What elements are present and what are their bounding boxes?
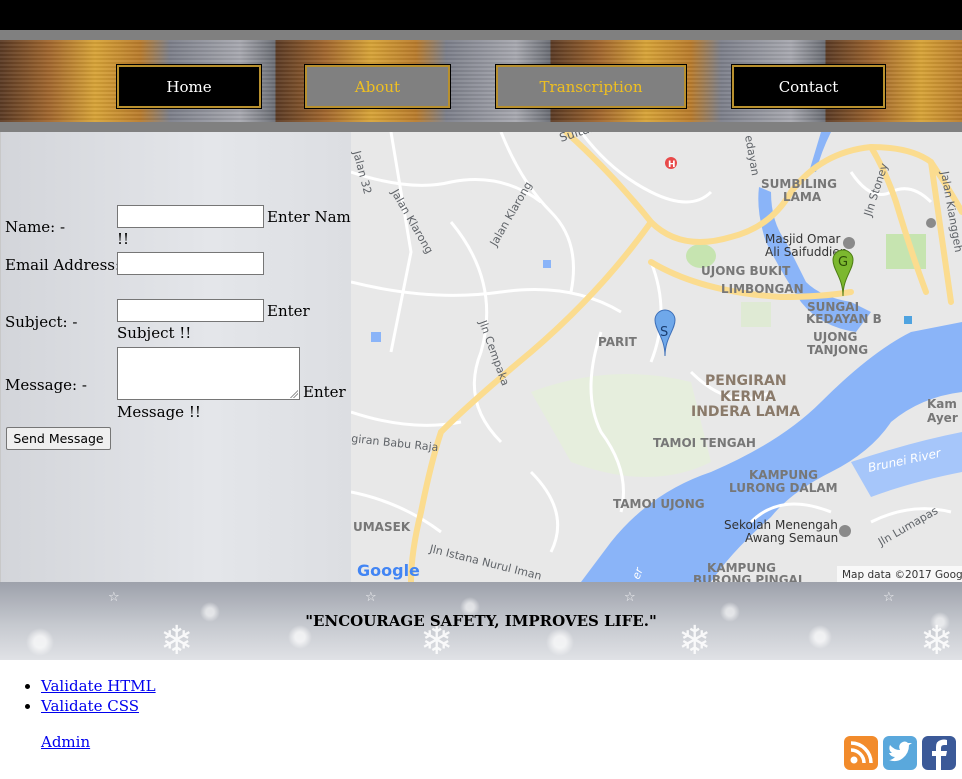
- map-label-kerma: KERMA: [720, 389, 776, 405]
- svg-text:S: S: [660, 325, 668, 340]
- subject-input[interactable]: [117, 299, 264, 322]
- map-label-kam: Kam: [927, 397, 957, 411]
- map-label-kampung: KAMPUNG: [749, 468, 818, 482]
- admin-link[interactable]: Admin: [41, 733, 90, 751]
- message-textarea[interactable]: [117, 347, 300, 400]
- map-label-ujong: UJONG: [813, 330, 857, 344]
- twitter-icon[interactable]: [883, 736, 917, 770]
- header: Home About Transcription Contact: [0, 30, 962, 132]
- star-icon: ☆: [108, 590, 120, 605]
- send-message-button[interactable]: Send Message: [6, 427, 111, 450]
- nav-contact[interactable]: Contact: [731, 64, 886, 109]
- map-label-tamoi-ujong: TAMOI UJONG: [613, 497, 705, 511]
- school-icon[interactable]: [839, 525, 851, 537]
- star-icon: ☆: [883, 590, 895, 605]
- quote-banner: ☆ ☆ ☆ ☆ ❄ ❄ ❄ ❄ "ENCOURAGE SAFETY, IMPRO…: [0, 582, 962, 664]
- name-hint-cont: !!: [117, 230, 130, 248]
- rss-icon[interactable]: [844, 736, 878, 770]
- message-label: Message: -: [5, 376, 87, 394]
- list-item: Validate HTML: [41, 676, 156, 696]
- map-label-ayer: Ayer: [927, 411, 958, 425]
- map-label-sekolah: Sekolah Menengah: [724, 518, 838, 532]
- map-attribution[interactable]: Map data ©2017 Google: [842, 569, 962, 581]
- subject-hint: Enter: [267, 302, 310, 320]
- google-logo[interactable]: Google: [357, 561, 420, 580]
- validate-html-link[interactable]: Validate HTML: [41, 677, 156, 695]
- top-black-bar: [0, 0, 962, 30]
- nav-transcription[interactable]: Transcription: [495, 64, 687, 109]
- map-label-parit: PARIT: [598, 335, 638, 349]
- svg-text:H: H: [668, 160, 676, 170]
- map-label-indera: INDERA LAMA: [691, 404, 800, 420]
- map-canvas[interactable]: Sultan Hassanal Bolkiah Jalan Klarong Ja…: [351, 132, 962, 582]
- nav-home[interactable]: Home: [116, 64, 262, 109]
- subject-label: Subject: -: [5, 313, 78, 331]
- email-input[interactable]: [117, 252, 264, 275]
- map-label-lurong: LURONG DALAM: [729, 481, 838, 495]
- nav-about[interactable]: About: [304, 64, 451, 109]
- map-label-tamoi-tengah: TAMOI TENGAH: [653, 436, 756, 450]
- map-label-limbongan: LIMBONGAN: [721, 282, 804, 296]
- validate-css-link[interactable]: Validate CSS: [41, 697, 139, 715]
- star-icon: ☆: [365, 590, 377, 605]
- poi-icon[interactable]: [926, 218, 936, 228]
- map-label-sumbiling: SUMBILING: [761, 177, 837, 191]
- svg-text:G: G: [838, 255, 848, 270]
- contact-form-panel: Name: - Enter Name !! Email Address: - S…: [0, 132, 360, 582]
- name-label: Name: -: [5, 218, 66, 236]
- footer-links: Validate HTML Validate CSS: [0, 676, 156, 716]
- safety-quote: "ENCOURAGE SAFETY, IMPROVES LIFE.": [305, 612, 657, 630]
- list-item: Validate CSS: [41, 696, 156, 716]
- facebook-icon[interactable]: [922, 736, 956, 770]
- map-label-kedayan: KEDAYAN B: [806, 312, 882, 326]
- google-map[interactable]: Sultan Hassanal Bolkiah Jalan Klarong Ja…: [351, 132, 962, 582]
- map-label-tanjong: TANJONG: [807, 343, 868, 357]
- map-label-burong-pingai: BURONG PINGAI: [693, 573, 802, 582]
- transit-icon[interactable]: [904, 316, 912, 324]
- map-label-pengiran: PENGIRAN: [705, 373, 787, 389]
- email-label: Email Address: -: [5, 256, 130, 274]
- map-label-umasek: UMASEK: [353, 520, 411, 534]
- map-label-sekolah2: Awang Semaun: [745, 531, 838, 545]
- map-label-lama: LAMA: [783, 190, 822, 204]
- map-label-ujong-bukit: UJONG BUKIT: [701, 264, 791, 278]
- map-label-masjid: Masjid Omar: [765, 232, 841, 246]
- resize-grip-icon[interactable]: [289, 389, 298, 398]
- name-input[interactable]: [117, 205, 264, 228]
- name-hint: Enter Name: [267, 208, 360, 226]
- message-hint: Enter: [303, 383, 346, 401]
- subject-hint-cont: Subject !!: [117, 324, 192, 342]
- message-hint-cont: Message !!: [117, 403, 201, 421]
- star-icon: ☆: [624, 590, 636, 605]
- mosque-icon[interactable]: [843, 237, 855, 249]
